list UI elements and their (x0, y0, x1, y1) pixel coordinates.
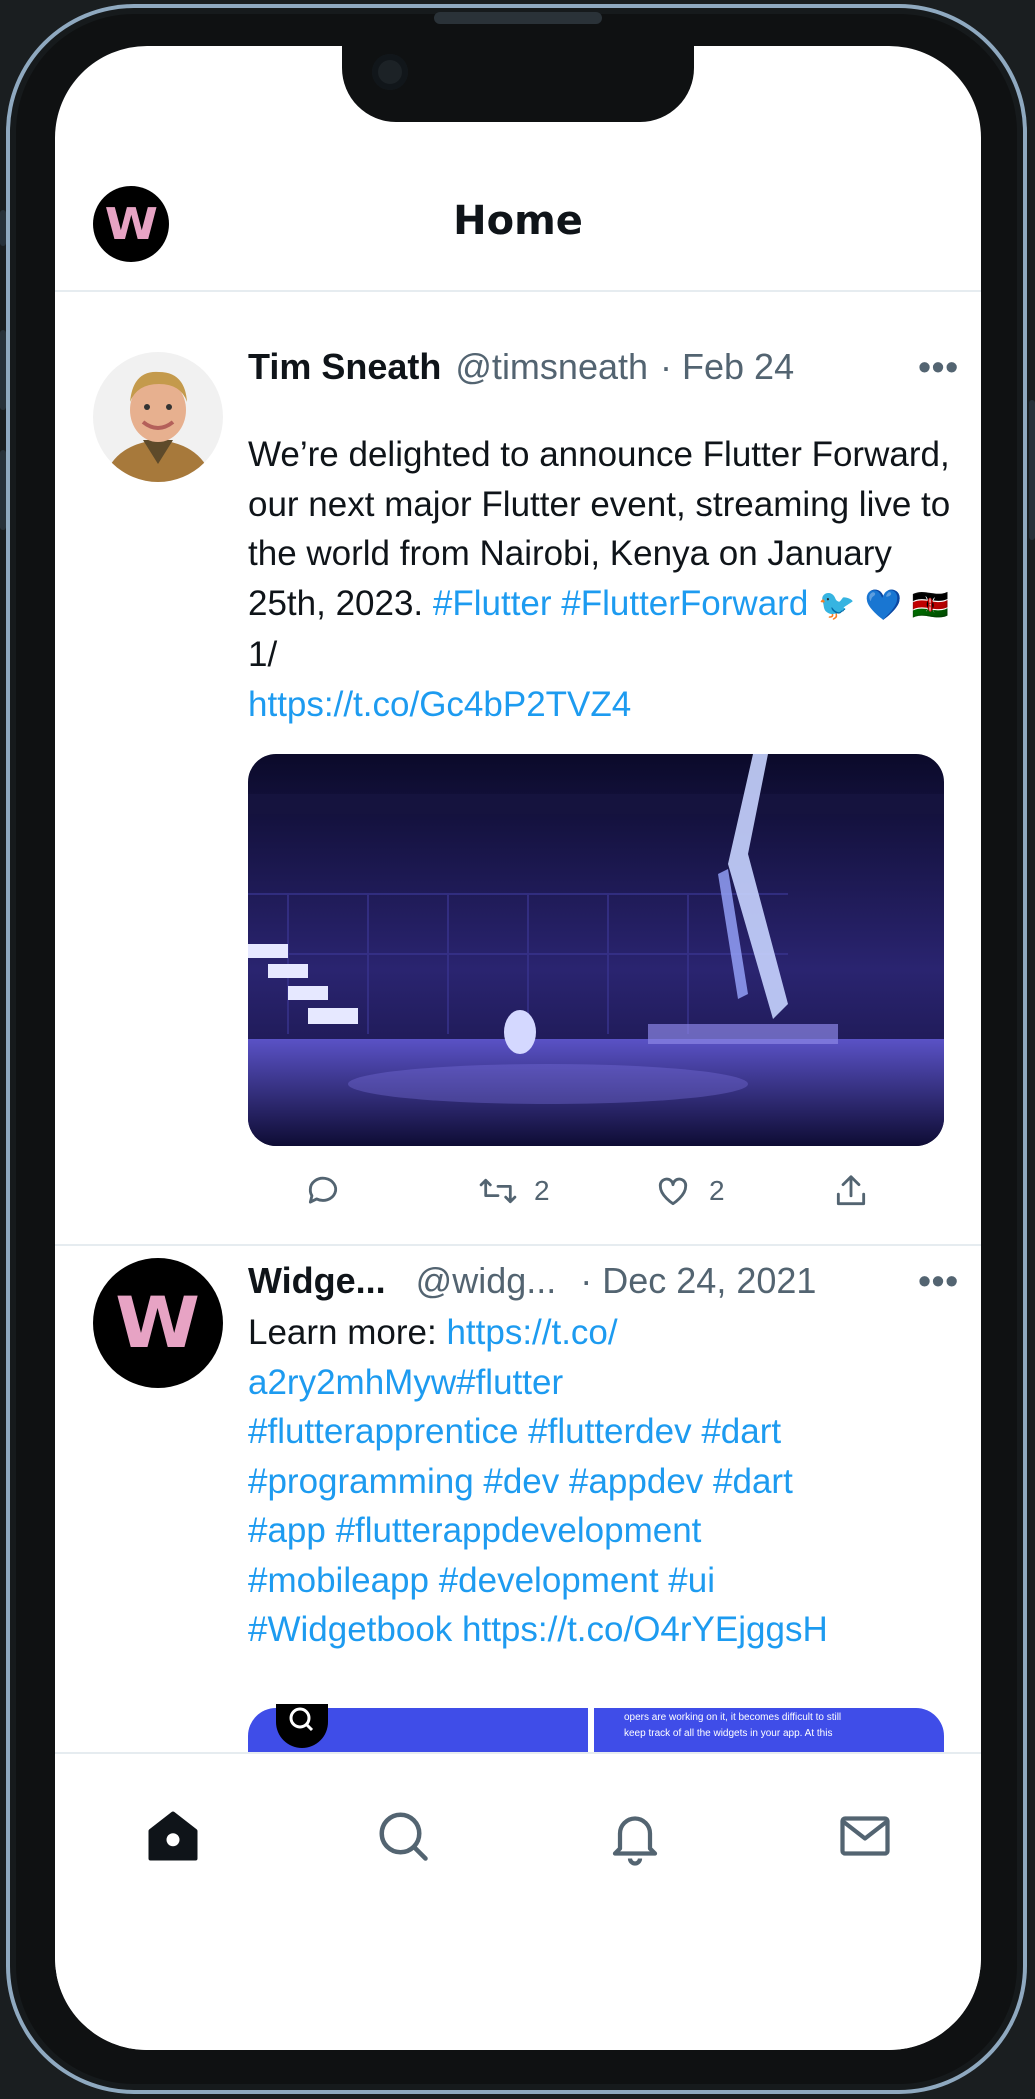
retweet-count: 2 (534, 1175, 550, 1206)
tweet-text-prefix: Learn more: (248, 1313, 447, 1352)
reply-button[interactable] (304, 1172, 358, 1210)
tweet-link[interactable]: https://t.co/Gc4bP2TVZ4 (248, 685, 631, 724)
tweet-date[interactable]: Feb 24 (682, 346, 794, 388)
phone-silent-switch (0, 210, 6, 246)
hashtag-line[interactable]: #Widgetbook https://t.co/O4rYEjggsH (248, 1610, 828, 1649)
hashtag-line[interactable]: #flutterapprentice #flutterdev #dart (248, 1412, 781, 1451)
more-options-icon[interactable]: ••• (918, 1260, 959, 1302)
share-button[interactable] (832, 1172, 870, 1210)
more-options-icon[interactable]: ••• (918, 346, 959, 388)
avatar[interactable] (93, 352, 223, 482)
author-handle[interactable]: @timsneath (455, 346, 648, 388)
share-icon (836, 1175, 866, 1206)
phone-speaker (434, 12, 602, 24)
hashtag-line[interactable]: #mobileapp #development #ui (248, 1561, 715, 1600)
avatar-image (93, 352, 223, 482)
author-handle[interactable]: @widg... (416, 1260, 557, 1302)
retweet-button[interactable]: 2 (478, 1172, 550, 1210)
page-title: Home (453, 198, 583, 244)
media-caption-line: opers are working on it, it becomes diff… (624, 1712, 842, 1723)
avatar-letter: W (115, 1282, 201, 1364)
heart-icon (658, 1177, 688, 1206)
hashtag-line[interactable]: #app #flutterappdevelopment (248, 1511, 701, 1550)
nav-notifications[interactable] (605, 1806, 665, 1866)
home-icon (148, 1811, 198, 1861)
retweet-icon (479, 1178, 517, 1204)
flutter-forward-stage-image (248, 754, 944, 1146)
hashtag-line[interactable]: #programming #dev #appdev #dart (248, 1462, 793, 1501)
separator-dot: · (660, 346, 673, 387)
phone-notch (342, 46, 694, 122)
bottom-navigation (55, 1752, 981, 2050)
tweet-link-line[interactable]: a2ry2mhMyw#flutter (248, 1363, 563, 1402)
avatar[interactable]: W (93, 1258, 223, 1388)
emoji-row: 🐦 💙 🇰🇪 (818, 587, 950, 623)
tweet-media-image[interactable] (248, 754, 944, 1146)
media-caption-line: keep track of all the widgets in your ap… (624, 1728, 833, 1739)
nav-search[interactable] (373, 1806, 433, 1866)
app-screen: W Home Tim Sneath @timsneath · Feb 24 ••… (55, 46, 981, 2050)
media-caption: opers are working on it, it becomes diff… (624, 1710, 841, 1742)
tweet-widgetbook[interactable]: W Widge... @widg... · Dec 24, 2021 ••• L… (55, 1246, 981, 1768)
tweet-timsneath[interactable]: Tim Sneath @timsneath · Feb 24 ••• We’re… (55, 292, 981, 1290)
phone-power-button (1029, 400, 1035, 540)
nav-home[interactable] (143, 1806, 203, 1866)
hashtags[interactable]: #Flutter #FlutterForward (433, 584, 808, 623)
magnifier-icon (289, 1707, 314, 1732)
tweet-link-line[interactable]: https://t.co/ (446, 1313, 617, 1352)
tweet-header: Widge... @widg... · Dec 24, 2021 ••• (248, 1256, 959, 1306)
thread-marker: 1/ (248, 635, 278, 674)
magnifier-badge (276, 1704, 328, 1748)
tweet-header: Tim Sneath @timsneath · Feb 24 ••• (248, 342, 959, 392)
search-icon (379, 1812, 428, 1861)
tweet-text: Learn more: https://t.co/ a2ry2mhMyw#flu… (248, 1308, 968, 1655)
author-name[interactable]: Tim Sneath (248, 346, 441, 388)
bell-icon (612, 1816, 658, 1866)
like-button[interactable]: 2 (653, 1172, 725, 1210)
mail-icon (840, 1816, 890, 1856)
front-camera (372, 54, 408, 90)
phone-volume-up (0, 330, 6, 410)
phone-volume-down (0, 450, 6, 530)
like-count: 2 (709, 1175, 725, 1206)
author-name[interactable]: Widge... (248, 1260, 386, 1302)
nav-messages[interactable] (835, 1806, 895, 1866)
reply-icon (308, 1176, 338, 1204)
separator-dot: · (580, 1260, 593, 1301)
tweet-text: We’re delighted to announce Flutter Forw… (248, 430, 968, 729)
tweet-date[interactable]: Dec 24, 2021 (602, 1260, 816, 1302)
tweet-actions: 2 2 (55, 1172, 981, 1232)
